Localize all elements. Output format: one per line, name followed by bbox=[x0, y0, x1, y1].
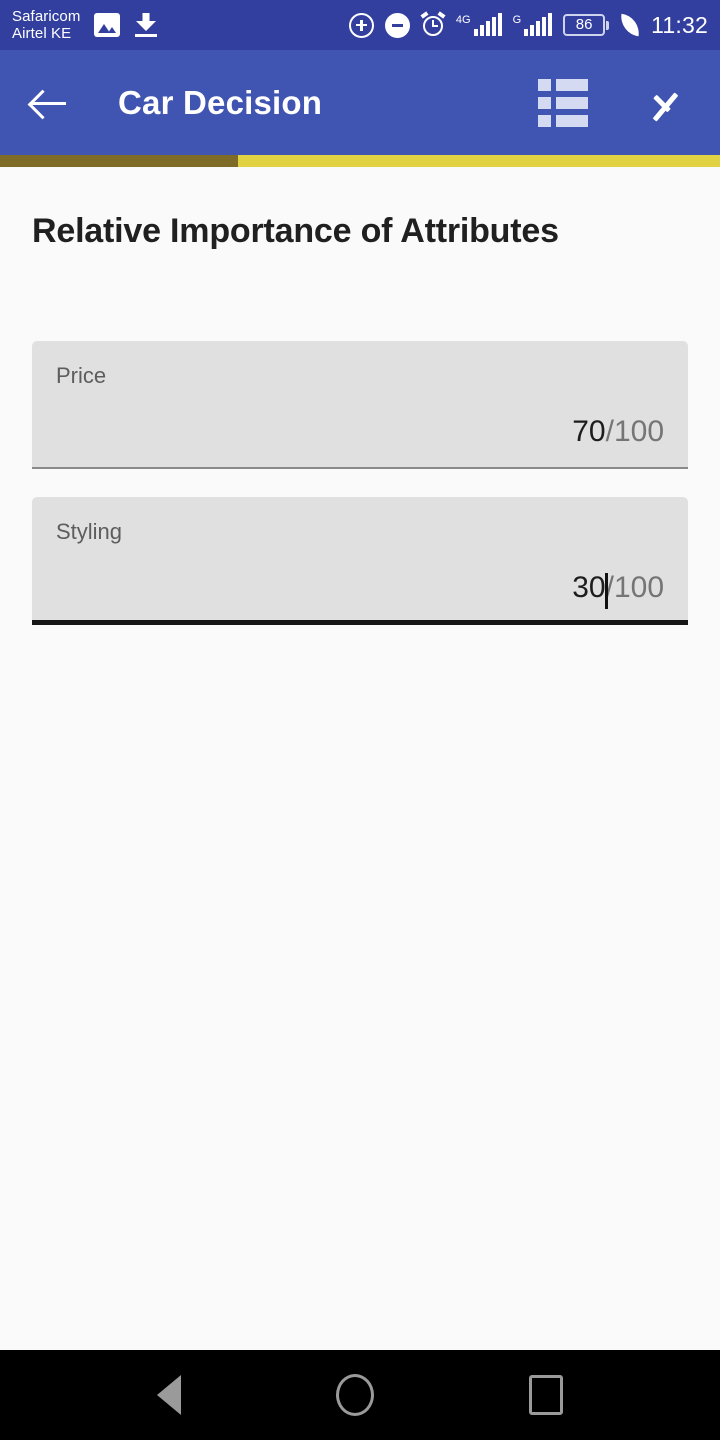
field-underline bbox=[32, 467, 688, 469]
view-list-icon[interactable] bbox=[538, 78, 588, 127]
download-icon bbox=[134, 12, 158, 38]
alarm-icon bbox=[420, 11, 446, 37]
status-left-icons bbox=[94, 12, 158, 38]
progress-fill bbox=[0, 155, 238, 167]
signal-icon-1: 4G bbox=[455, 12, 502, 36]
app-root: Safaricom Airtel KE 4G G 86 11:32 Car De… bbox=[0, 0, 720, 1440]
progress-bar bbox=[0, 155, 720, 167]
image-icon bbox=[94, 13, 121, 37]
list-row bbox=[538, 78, 588, 91]
list-row bbox=[538, 96, 588, 109]
section-heading: Relative Importance of Attributes bbox=[32, 212, 559, 250]
main-content: Relative Importance of Attributes Price 7… bbox=[0, 167, 720, 1350]
field-counter: /100 bbox=[605, 415, 664, 448]
do-not-disturb-icon bbox=[384, 12, 410, 38]
field-counter: /100 bbox=[605, 571, 664, 604]
nav-home-icon[interactable] bbox=[335, 1374, 374, 1416]
signal-bars-2 bbox=[524, 12, 553, 36]
field-value: 30 bbox=[572, 571, 608, 609]
battery-tip bbox=[606, 20, 610, 30]
app-bar: Car Decision bbox=[0, 50, 720, 155]
nav-back-icon[interactable] bbox=[157, 1375, 182, 1415]
check-icon[interactable] bbox=[646, 79, 698, 127]
field-value-row: 70/100 bbox=[572, 415, 664, 449]
status-right-icons: 4G G 86 11:32 bbox=[348, 11, 708, 38]
attribute-fields: Price 70/100 Styling 30/100 bbox=[32, 341, 688, 625]
status-clock: 11:32 bbox=[651, 12, 708, 38]
network-type-2: G bbox=[512, 13, 522, 26]
field-value-row: 30/100 bbox=[572, 571, 664, 609]
signal-bars-1 bbox=[473, 12, 502, 36]
network-type-1: 4G bbox=[455, 13, 471, 26]
progress-track bbox=[237, 155, 720, 167]
field-underline bbox=[32, 620, 688, 625]
page-title: Car Decision bbox=[118, 83, 323, 121]
text-caret bbox=[604, 573, 608, 609]
battery-level: 86 bbox=[563, 14, 606, 36]
app-bar-actions bbox=[538, 78, 698, 127]
attribute-field-styling[interactable]: Styling 30/100 bbox=[32, 497, 688, 625]
carrier-names: Safaricom Airtel KE bbox=[12, 8, 80, 42]
add-circle-icon bbox=[348, 12, 374, 38]
system-nav-bar bbox=[0, 1350, 720, 1440]
field-label: Styling bbox=[56, 519, 123, 544]
battery-icon: 86 bbox=[563, 14, 610, 36]
nav-recents-icon[interactable] bbox=[528, 1375, 563, 1415]
carrier-line-2: Airtel KE bbox=[12, 25, 72, 42]
attribute-field-price[interactable]: Price 70/100 bbox=[32, 341, 688, 469]
carrier-line-1: Safaricom bbox=[12, 8, 81, 25]
signal-icon-2: G bbox=[512, 12, 553, 36]
status-bar: Safaricom Airtel KE 4G G 86 11:32 bbox=[0, 0, 720, 50]
field-label: Price bbox=[56, 363, 107, 388]
list-row bbox=[538, 114, 588, 127]
leaf-icon bbox=[618, 13, 642, 37]
back-arrow-icon[interactable] bbox=[22, 76, 76, 130]
field-value: 70 bbox=[572, 415, 606, 448]
